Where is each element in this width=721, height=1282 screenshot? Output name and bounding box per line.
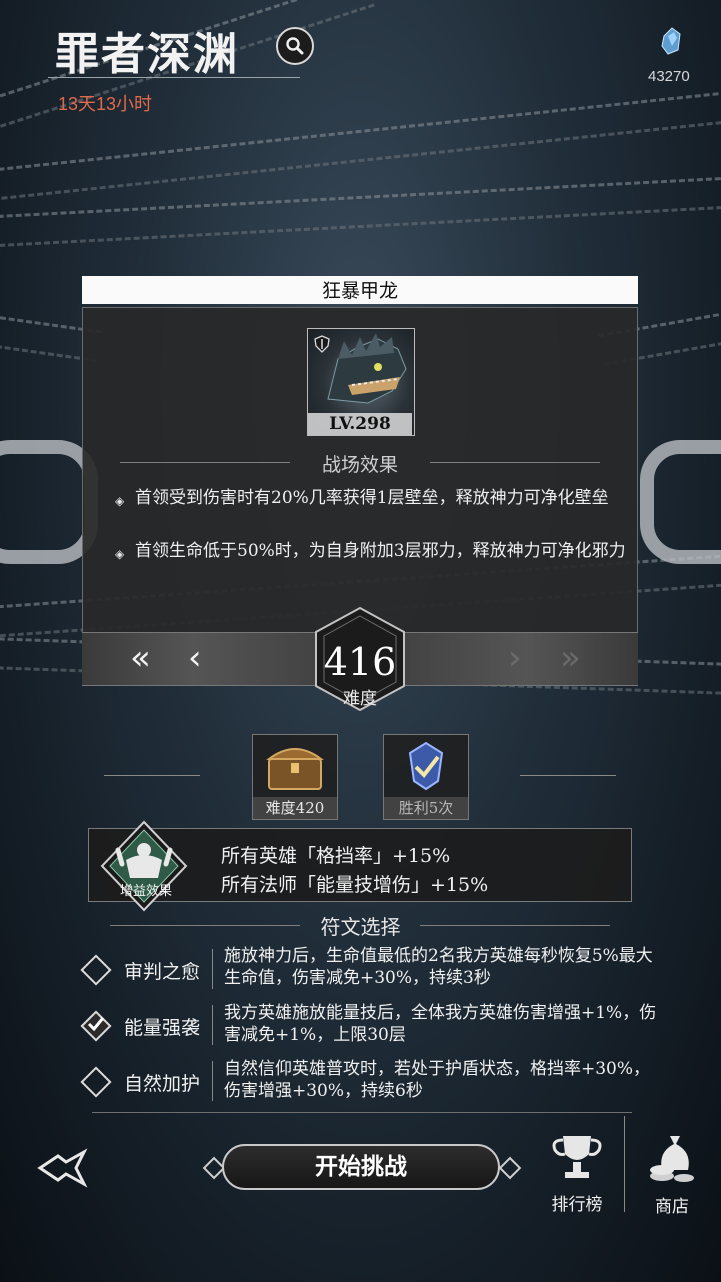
rune-checkbox[interactable] — [80, 954, 112, 986]
difficulty-label: 难度 — [343, 689, 377, 709]
rune-checkbox[interactable] — [80, 1066, 112, 1098]
battlefield-effects-title: 战场效果 — [321, 454, 398, 476]
boss-name: 狂暴甲龙 — [82, 276, 638, 304]
rune-name: 自然加护 — [124, 1073, 201, 1095]
reward-item[interactable]: 难度420 — [252, 734, 338, 820]
battlefield-effect-text: 首领受到伤害时有20%几率获得1层壁垒，释放神力可净化壁垒 — [135, 488, 609, 508]
shop-label: 商店 — [655, 1197, 689, 1217]
bottom-bar-divider — [624, 1116, 625, 1212]
boss-portrait[interactable]: LV.298 — [307, 328, 415, 436]
rune-separator — [212, 949, 213, 989]
reward-label: 难度420 — [253, 797, 337, 819]
bottom-divider — [92, 1112, 632, 1113]
start-challenge-button[interactable]: 开始挑战 — [222, 1144, 500, 1190]
currency-count: 43270 — [648, 68, 690, 85]
buff-line: 所有法师「能量技增伤」+15% — [221, 874, 489, 896]
shield-badge-icon — [314, 335, 330, 353]
money-bag-icon — [650, 1136, 694, 1182]
rune-description: 我方英雄施放能量技后，全体我方英雄伤害增强+1%，伤害减免+1%，上限30层 — [224, 1003, 657, 1045]
event-timer: 13天13小时 — [58, 94, 153, 114]
rune-selection-title: 符文选择 — [320, 915, 401, 939]
crystal-gem-icon[interactable] — [660, 26, 682, 56]
buff-label: 增益效果 — [119, 884, 172, 899]
ranking-button[interactable]: 排行榜 — [545, 1130, 609, 1220]
boss-level: LV.298 — [308, 413, 412, 435]
treasure-chest-icon — [266, 748, 324, 790]
big-chain-link-right — [640, 440, 721, 564]
divider-right — [430, 462, 600, 463]
rune-description: 自然信仰英雄普攻时，若处于护盾状态，格挡率+30%，伤害增强+30%，持续6秒 — [224, 1059, 651, 1101]
reward-divider-left — [104, 775, 200, 776]
diamond-bullet-icon: ◈ — [115, 494, 125, 508]
rune-divider-right — [420, 925, 610, 926]
rune-separator — [212, 1005, 213, 1045]
fast-decrease-difficulty-button[interactable]: « — [130, 638, 151, 678]
search-icon — [286, 37, 304, 55]
ranking-label: 排行榜 — [551, 1195, 603, 1215]
rune-separator — [212, 1061, 213, 1101]
decrease-difficulty-button[interactable]: ‹ — [188, 638, 202, 678]
fast-increase-difficulty-button[interactable]: » — [560, 638, 581, 678]
rune-name: 能量强袭 — [124, 1017, 201, 1039]
reward-label: 胜利5次 — [384, 797, 468, 819]
rune-name: 审判之愈 — [124, 961, 201, 983]
buff-line: 所有英雄「格挡率」+15% — [221, 845, 451, 867]
battlefield-effect-text: 首领生命低于50%时，为自身附加3层邪力，释放神力可净化邪力 — [135, 541, 626, 561]
battlefield-effect-item: ◈ 首领受到伤害时有20%几率获得1层壁垒，释放神力可净化壁垒 — [115, 487, 635, 512]
back-icon[interactable] — [36, 1148, 92, 1188]
shop-button[interactable]: 商店 — [640, 1130, 704, 1220]
reward-divider-right — [520, 775, 616, 776]
increase-difficulty-button[interactable]: › — [508, 638, 522, 678]
trophy-icon — [552, 1136, 602, 1178]
diamond-bullet-icon: ◈ — [115, 547, 125, 561]
reward-item[interactable]: 胜利5次 — [383, 734, 469, 820]
divider-left — [120, 462, 290, 463]
title-divider — [48, 77, 300, 78]
battlefield-effect-item: ◈ 首领生命低于50%时，为自身附加3层邪力，释放神力可净化邪力 — [115, 540, 635, 565]
page-title: 罪者深渊 — [55, 29, 239, 80]
search-button[interactable] — [276, 27, 314, 65]
difficulty-value: 416 — [323, 640, 397, 684]
checkmark-icon — [87, 1017, 105, 1032]
rune-description: 施放神力后，生命值最低的2名我方英雄每秒恢复5%最大生命值，伤害减免+30%，持… — [224, 946, 653, 988]
victory-badge-icon — [408, 741, 444, 791]
